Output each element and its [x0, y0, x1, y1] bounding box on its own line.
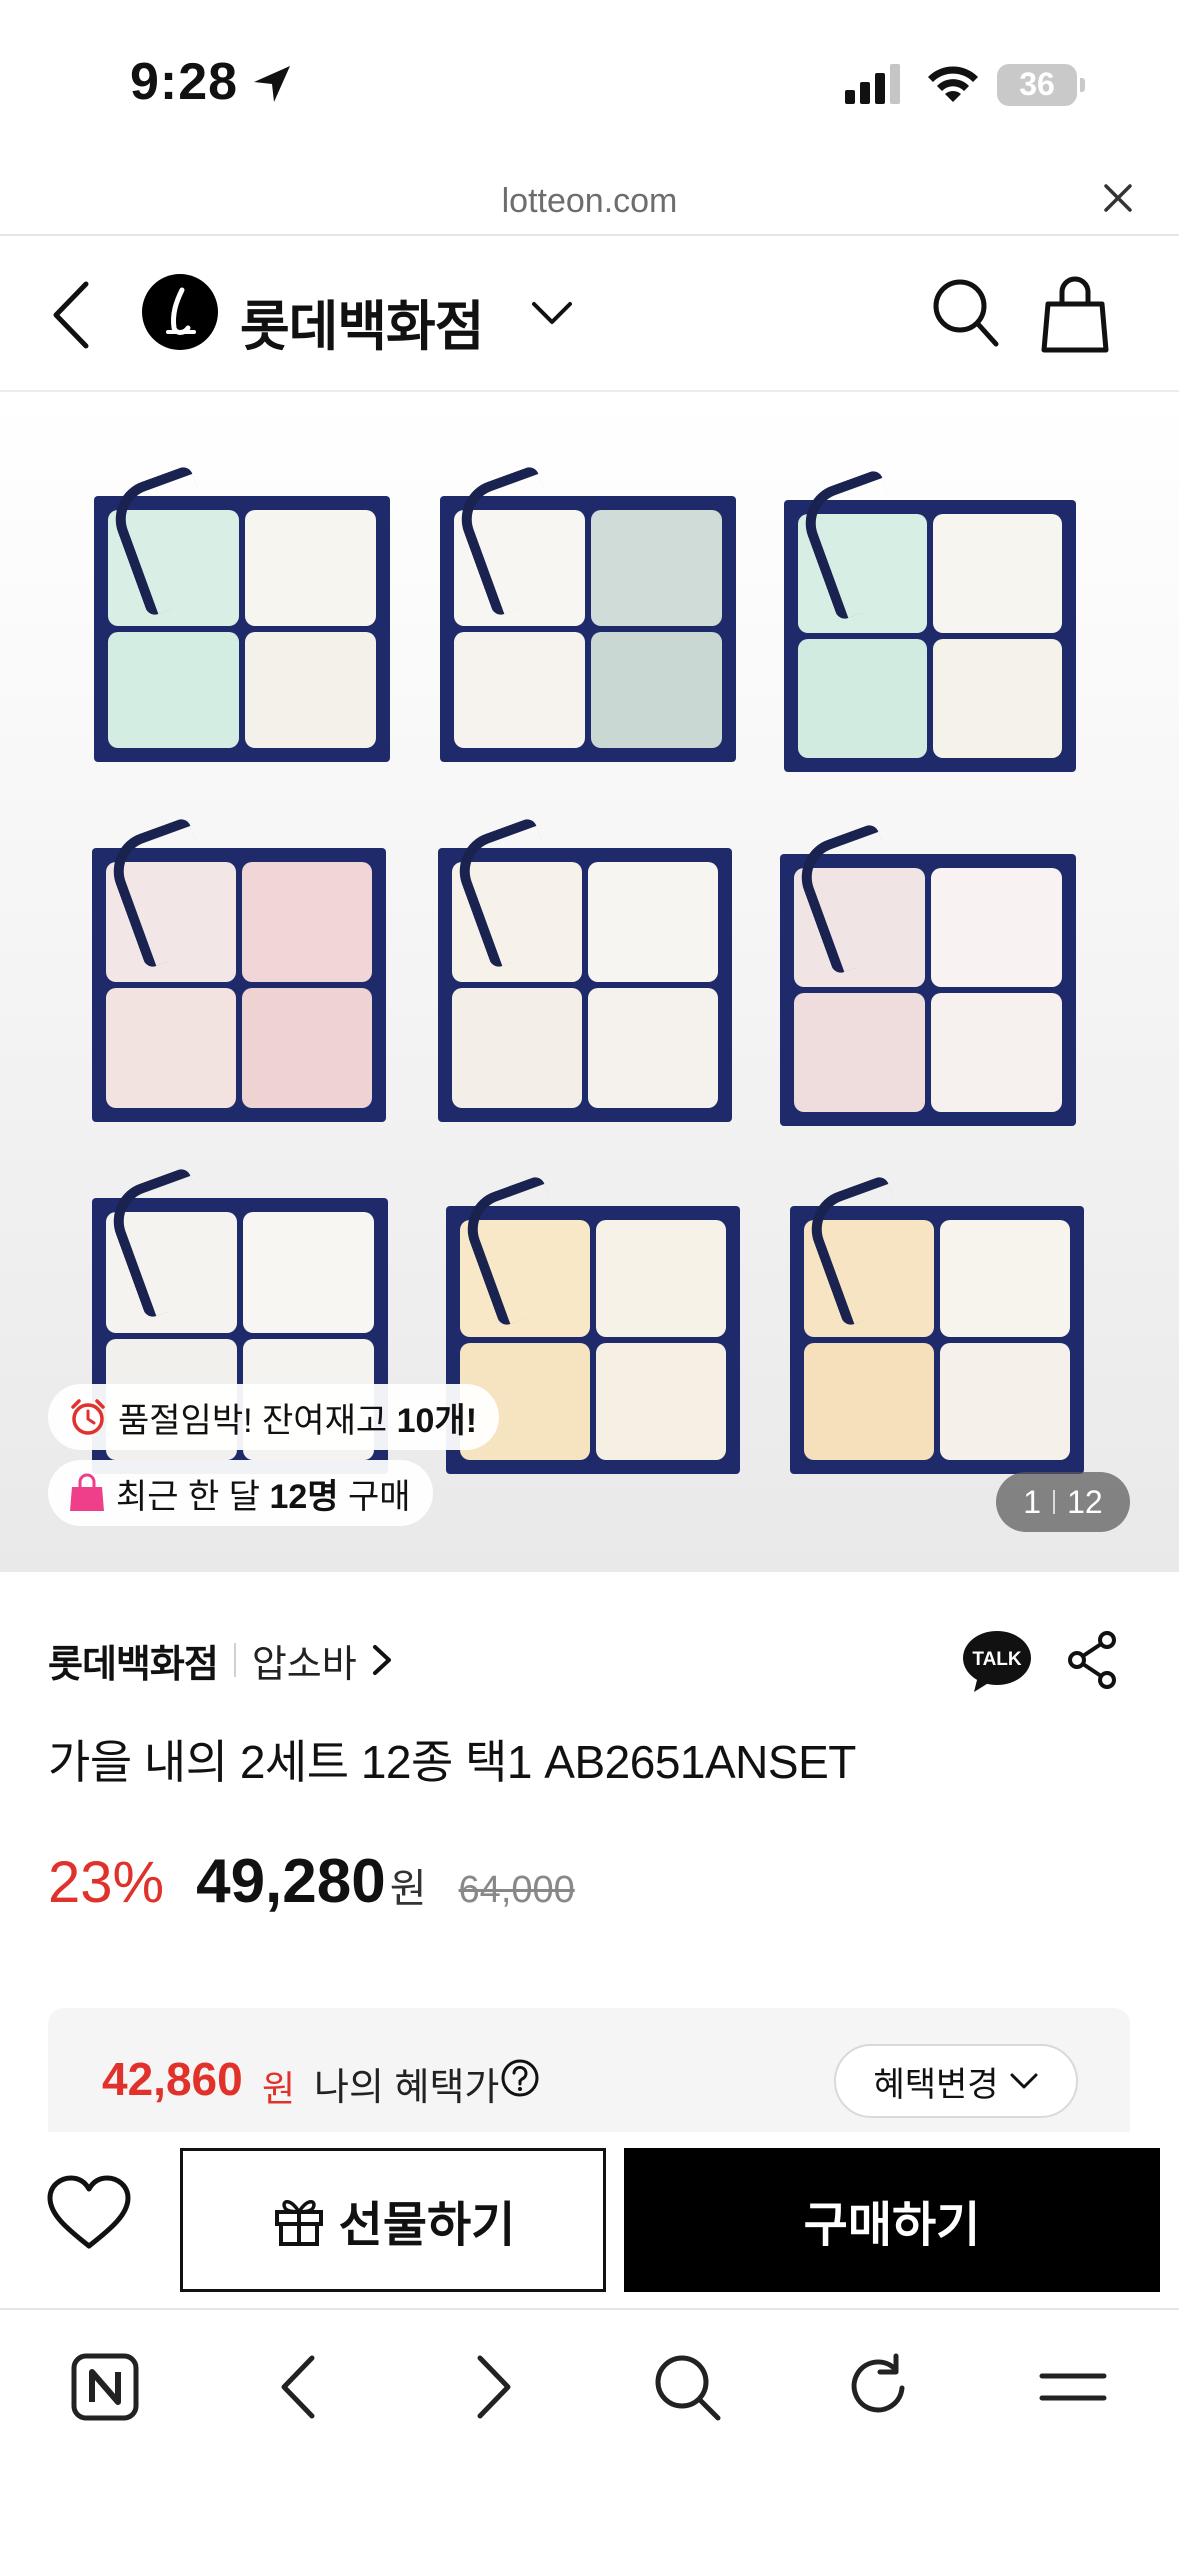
battery-nub — [1080, 78, 1085, 92]
gift-set-image — [92, 816, 386, 1122]
gift-set-image — [440, 464, 736, 762]
stock-alert-prefix: 품절임박! 잔여재고 — [118, 1401, 397, 1440]
benefit-price: 42,860 — [102, 2053, 243, 2105]
battery-icon: 36 — [997, 64, 1077, 106]
benefit-currency-unit: 원 — [262, 2068, 296, 2109]
browser-back-icon[interactable] — [276, 2352, 320, 2422]
original-price: 64,000 — [458, 1869, 575, 1911]
recent-sales-text: 최근 한 달 12명 구매 — [116, 1469, 411, 1518]
purchase-action-bar: 선물하기 구매하기 — [0, 2132, 1179, 2310]
battery-level: 36 — [1019, 66, 1055, 102]
gift-set-image — [438, 816, 732, 1122]
browser-toolbar — [0, 2310, 1179, 2556]
gift-button[interactable]: 선물하기 — [180, 2148, 606, 2292]
buy-button-label: 구매하기 — [803, 2199, 981, 2252]
recent-sales-badge: 최근 한 달 12명 구매 — [48, 1460, 433, 1526]
page-current: 1 — [1023, 1483, 1042, 1520]
page-total: 12 — [1067, 1483, 1103, 1520]
gift-icon — [274, 2200, 323, 2246]
cellular-signal-icon — [845, 64, 900, 104]
lotte-logo-icon[interactable] — [142, 274, 218, 350]
location-arrow-icon — [254, 66, 290, 102]
alarm-clock-icon — [71, 1399, 105, 1435]
url-text[interactable]: lotteon.com — [0, 182, 1179, 221]
browser-url-bar[interactable]: lotteon.com — [0, 160, 1179, 236]
shopping-bag-icon — [70, 1473, 104, 1511]
back-arrow-icon[interactable] — [46, 278, 96, 352]
search-icon[interactable] — [930, 276, 1000, 350]
heart-icon[interactable] — [46, 2174, 132, 2252]
seller-row: 롯데백화점 압소바 — [48, 1632, 393, 1688]
product-image-gallery[interactable]: 품절임박! 잔여재고 10개! 최근 한 달 12명 구매 1 12 — [0, 392, 1179, 1572]
currency-unit: 원 — [389, 1867, 427, 1911]
seller-name[interactable]: 롯데백화점 — [48, 1633, 219, 1688]
help-question-icon[interactable] — [500, 2058, 540, 2098]
close-icon[interactable] — [1100, 180, 1136, 216]
site-header: 롯데백화점 — [0, 238, 1179, 392]
status-time: 9:28 — [130, 53, 239, 111]
talk-icon-label: TALK — [972, 1649, 1022, 1670]
product-title: 가을 내의 2세트 12종 택1 AB2651ANSET — [48, 1736, 856, 1788]
chevron-right-icon[interactable] — [371, 1643, 393, 1677]
benefit-price-box: 42,860 원 나의 혜택가 혜택변경 — [48, 2008, 1130, 2132]
browser-search-icon[interactable] — [652, 2352, 722, 2422]
benefit-change-label: 혜택변경 — [873, 2065, 999, 2104]
benefit-label: 나의 혜택가 — [314, 2067, 500, 2109]
menu-icon[interactable] — [1038, 2352, 1108, 2422]
divider — [233, 1643, 236, 1677]
image-page-indicator: 1 12 — [996, 1472, 1130, 1532]
recent-sales-count: 12명 — [269, 1477, 339, 1516]
gift-set-image — [780, 822, 1076, 1126]
recent-sales-suffix: 구매 — [338, 1477, 411, 1516]
share-icon[interactable] — [1065, 1630, 1119, 1690]
stock-alert-badge: 품절임박! 잔여재고 10개! — [48, 1384, 500, 1450]
gift-set-image — [790, 1174, 1084, 1474]
status-bar: 9:28 36 — [0, 0, 1179, 160]
recent-sales-prefix: 최근 한 달 — [116, 1477, 270, 1516]
page-separator — [1053, 1490, 1056, 1514]
brand-name[interactable]: 롯데백화점 — [240, 282, 484, 361]
gift-button-label: 선물하기 — [338, 2199, 516, 2252]
gift-set-image — [784, 468, 1076, 772]
sale-price: 49,280 — [196, 1847, 386, 1916]
refresh-icon[interactable] — [846, 2352, 912, 2422]
stock-alert-text: 품절임박! 잔여재고 10개! — [118, 1393, 477, 1442]
chevron-down-icon[interactable] — [530, 298, 574, 328]
price-row: 23% 49,280 원 64,000 — [48, 1846, 575, 1917]
browser-forward-icon[interactable] — [472, 2352, 516, 2422]
stock-count: 10개! — [396, 1401, 478, 1440]
naver-home-icon[interactable] — [70, 2352, 140, 2422]
kakao-talk-icon[interactable]: TALK — [962, 1628, 1032, 1694]
brand-link[interactable]: 압소바 — [252, 1633, 357, 1688]
discount-rate: 23% — [48, 1850, 165, 1915]
chevron-down-icon — [1010, 2073, 1038, 2089]
gift-set-image — [94, 464, 390, 762]
wifi-icon — [928, 66, 978, 102]
benefit-change-button[interactable]: 혜택변경 — [834, 2044, 1078, 2118]
buy-button[interactable]: 구매하기 — [624, 2148, 1160, 2292]
shopping-bag-icon[interactable] — [1040, 274, 1110, 354]
